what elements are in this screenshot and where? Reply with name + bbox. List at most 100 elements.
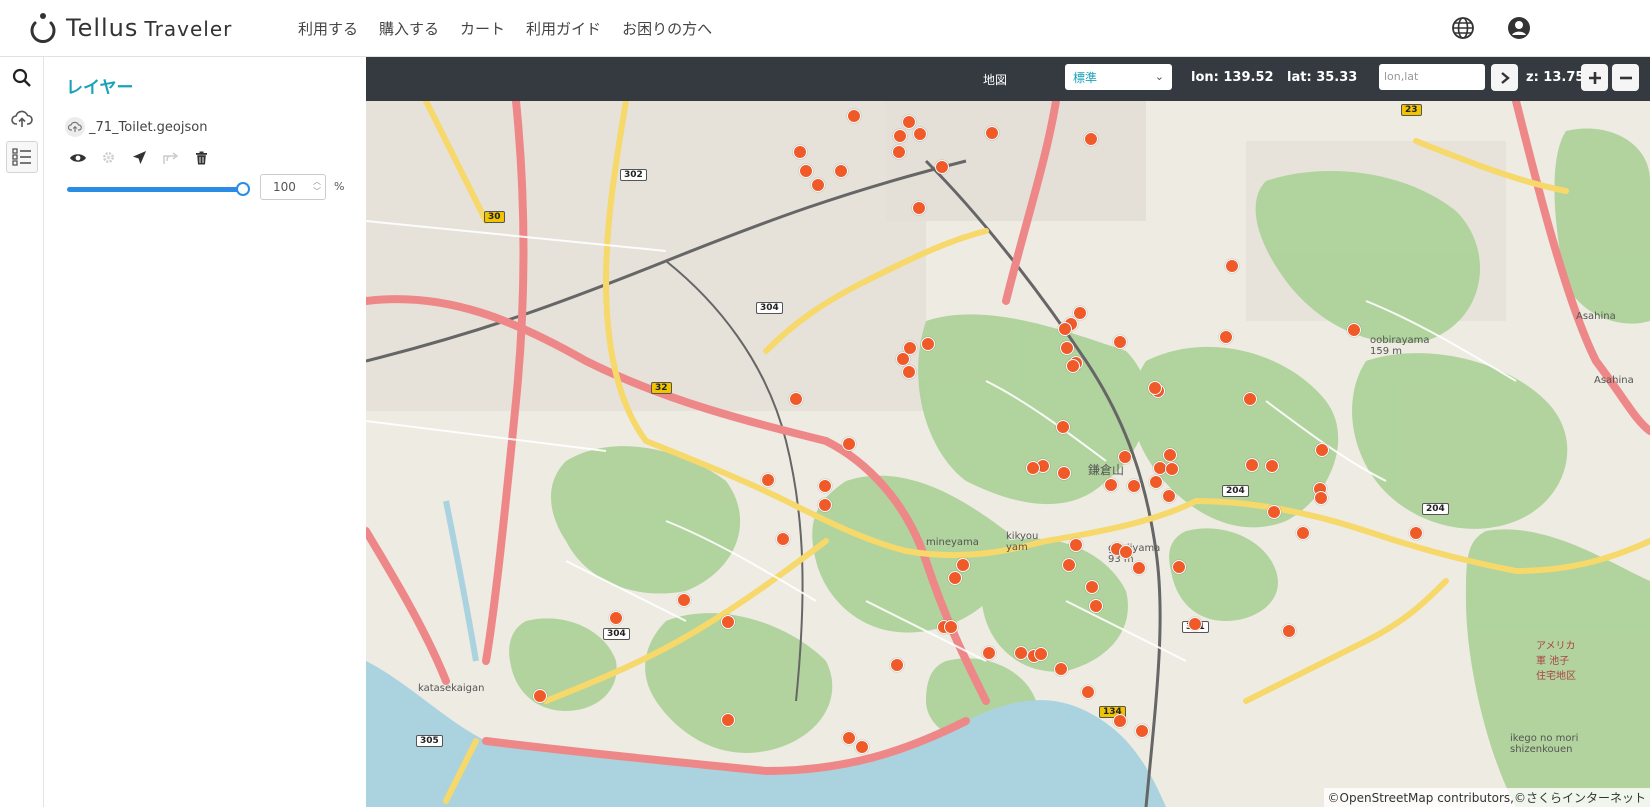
toilet-marker[interactable] (1172, 560, 1186, 574)
toilet-marker[interactable] (890, 658, 904, 672)
toilet-marker[interactable] (1219, 330, 1233, 344)
toilet-marker[interactable] (1149, 475, 1163, 489)
toilet-marker[interactable] (1132, 561, 1146, 575)
toilet-marker[interactable] (799, 164, 813, 178)
toilet-marker[interactable] (935, 160, 949, 174)
account-circle-icon[interactable] (1507, 16, 1531, 40)
opacity-slider-handle[interactable] (236, 182, 250, 196)
toilet-marker[interactable] (677, 593, 691, 607)
toilet-marker[interactable] (902, 365, 916, 379)
toilet-marker[interactable] (1225, 259, 1239, 273)
toilet-marker[interactable] (847, 109, 861, 123)
toilet-marker[interactable] (1135, 724, 1149, 738)
toilet-marker[interactable] (1127, 479, 1141, 493)
toilet-marker[interactable] (956, 558, 970, 572)
toilet-marker[interactable] (985, 126, 999, 140)
toilet-marker[interactable] (1118, 450, 1132, 464)
toilet-marker[interactable] (1014, 646, 1028, 660)
toilet-marker[interactable] (1084, 132, 1098, 146)
toilet-marker[interactable] (811, 178, 825, 192)
toilet-marker[interactable] (1163, 448, 1177, 462)
toilet-marker[interactable] (1409, 526, 1423, 540)
zoom-out-button[interactable] (1612, 64, 1639, 91)
toilet-marker[interactable] (1315, 443, 1329, 457)
toilet-marker[interactable] (893, 129, 907, 143)
toilet-marker[interactable] (1188, 617, 1202, 631)
toilet-marker[interactable] (1069, 538, 1083, 552)
rail-upload[interactable] (6, 103, 38, 135)
share-icon[interactable] (161, 148, 180, 167)
rail-layers[interactable] (6, 141, 38, 173)
toilet-marker[interactable] (818, 498, 832, 512)
toilet-marker[interactable] (1057, 466, 1071, 480)
toilet-marker[interactable] (1119, 545, 1133, 559)
toilet-marker[interactable] (834, 164, 848, 178)
nav-use[interactable]: 利用する (298, 18, 358, 39)
toilet-marker[interactable] (1104, 478, 1118, 492)
toilet-marker[interactable] (609, 611, 623, 625)
toilet-marker[interactable] (533, 689, 547, 703)
opacity-input[interactable]: 100 ︿ ﹀ (260, 174, 326, 200)
stepper-icon[interactable]: ︿ ﹀ (313, 177, 321, 197)
toilet-marker[interactable] (1165, 462, 1179, 476)
coord-input[interactable]: lon,lat (1379, 64, 1485, 90)
map-type-select[interactable]: 標準 ⌄ (1065, 64, 1172, 90)
toilet-marker[interactable] (912, 201, 926, 215)
layer-item[interactable]: _71_Toilet.geojson (65, 117, 207, 137)
toilet-marker[interactable] (1066, 359, 1080, 373)
toilet-marker[interactable] (855, 740, 869, 754)
eye-icon[interactable] (68, 148, 87, 167)
toilet-marker[interactable] (1113, 335, 1127, 349)
toilet-marker[interactable] (1243, 392, 1257, 406)
toilet-marker[interactable] (1267, 505, 1281, 519)
gear-icon[interactable] (99, 148, 118, 167)
toilet-marker[interactable] (1148, 381, 1162, 395)
toilet-marker[interactable] (982, 646, 996, 660)
globe-icon[interactable] (1451, 16, 1475, 40)
zoom-in-button[interactable] (1581, 64, 1608, 91)
toilet-marker[interactable] (1162, 489, 1176, 503)
toilet-marker[interactable] (1347, 323, 1361, 337)
toilet-marker[interactable] (1085, 580, 1099, 594)
toilet-marker[interactable] (1058, 322, 1072, 336)
toilet-marker[interactable] (1054, 662, 1068, 676)
toilet-marker[interactable] (948, 571, 962, 585)
toilet-marker[interactable] (721, 615, 735, 629)
toilet-marker[interactable] (1245, 458, 1259, 472)
navigate-icon[interactable] (130, 148, 149, 167)
toilet-marker[interactable] (789, 392, 803, 406)
toilet-marker[interactable] (1056, 420, 1070, 434)
nav-guide[interactable]: 利用ガイド (526, 18, 601, 39)
map-view[interactable]: 地図 標準 ⌄ lon: 139.52 lat: 35.33 lon,lat z… (366, 57, 1650, 807)
toilet-marker[interactable] (1314, 491, 1328, 505)
toilet-marker[interactable] (776, 532, 790, 546)
toilet-marker[interactable] (1034, 647, 1048, 661)
rail-search[interactable] (6, 62, 38, 94)
toilet-marker[interactable] (761, 473, 775, 487)
tellus-logo[interactable]: Tellus Traveler (28, 12, 232, 44)
toilet-marker[interactable] (921, 337, 935, 351)
toilet-marker[interactable] (842, 437, 856, 451)
toilet-marker[interactable] (1060, 341, 1074, 355)
toilet-marker[interactable] (1282, 624, 1296, 638)
toilet-marker[interactable] (1026, 461, 1040, 475)
toilet-marker[interactable] (944, 620, 958, 634)
toilet-marker[interactable] (1296, 526, 1310, 540)
nav-help[interactable]: お困りの方へ (622, 18, 712, 39)
toilet-marker[interactable] (818, 479, 832, 493)
nav-cart[interactable]: カート (460, 18, 505, 39)
go-to-coord-button[interactable] (1491, 64, 1518, 91)
toilet-marker[interactable] (721, 713, 735, 727)
toilet-marker[interactable] (913, 127, 927, 141)
opacity-slider[interactable] (67, 182, 250, 196)
nav-buy[interactable]: 購入する (379, 18, 439, 39)
toilet-marker[interactable] (902, 115, 916, 129)
toilet-marker[interactable] (793, 145, 807, 159)
toilet-marker[interactable] (892, 145, 906, 159)
toilet-marker[interactable] (1265, 459, 1279, 473)
toilet-marker[interactable] (1081, 685, 1095, 699)
toilet-marker[interactable] (896, 352, 910, 366)
toilet-marker[interactable] (842, 731, 856, 745)
toilet-marker[interactable] (1113, 714, 1127, 728)
toilet-marker[interactable] (1089, 599, 1103, 613)
